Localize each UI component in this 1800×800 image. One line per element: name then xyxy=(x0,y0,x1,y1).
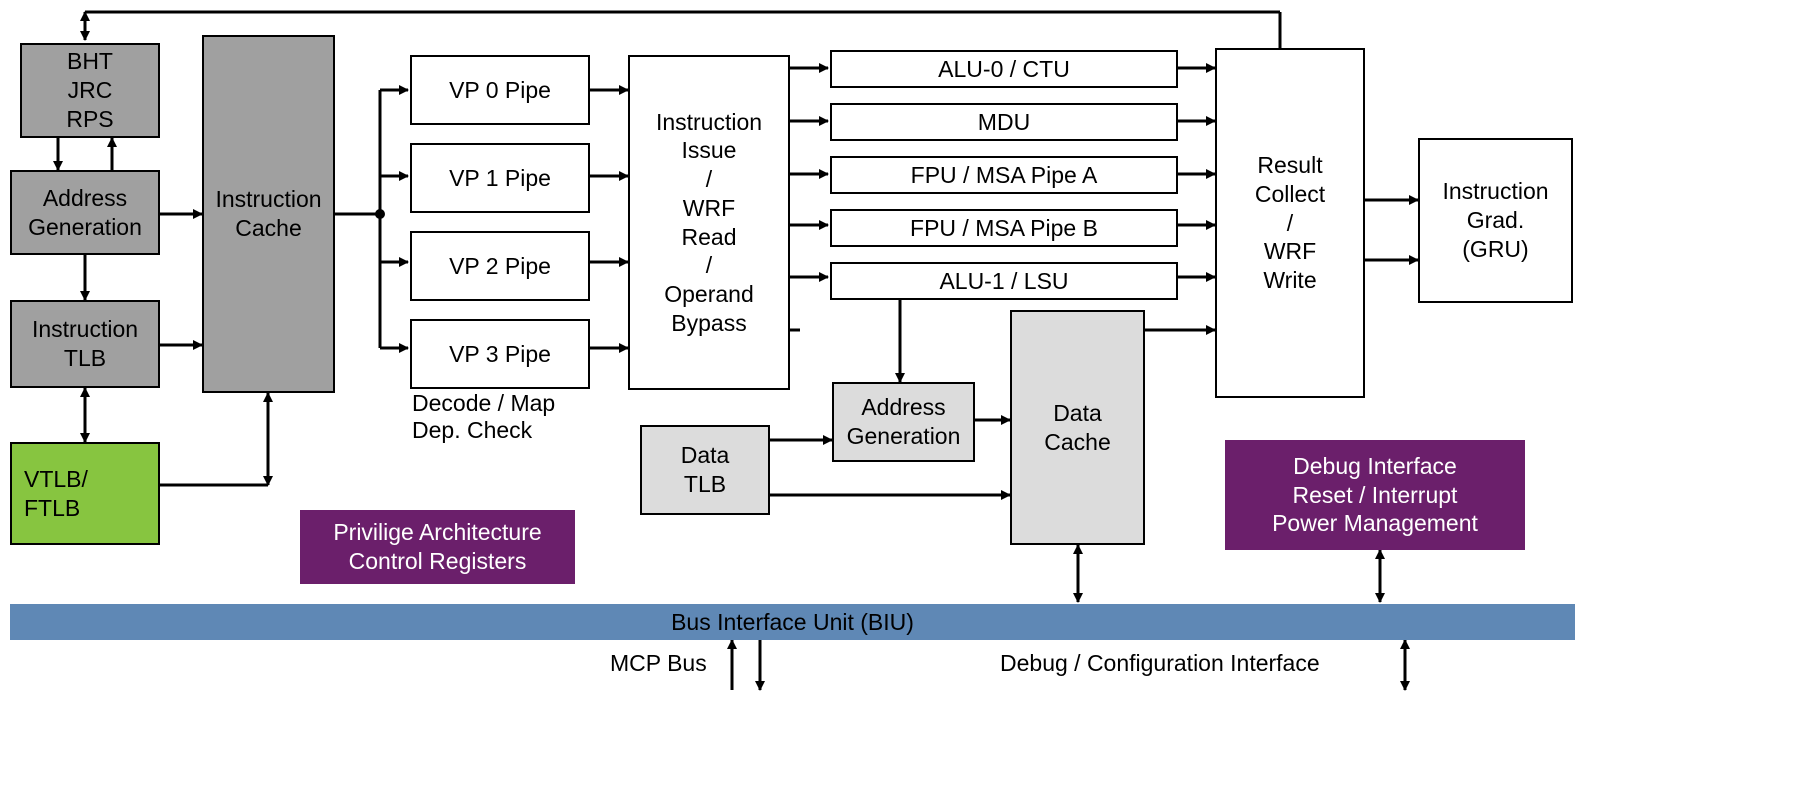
data-tlb: Data TLB xyxy=(640,425,770,515)
vp3-pipe: VP 3 Pipe xyxy=(410,319,590,389)
mcp-bus-label: MCP Bus xyxy=(610,650,707,677)
address-generation-2: Address Generation xyxy=(832,382,975,462)
debug-interface: Debug Interface Reset / Interrupt Power … xyxy=(1225,440,1525,550)
alu1-lsu: ALU-1 / LSU xyxy=(830,262,1178,300)
alu0-ctu: ALU-0 / CTU xyxy=(830,50,1178,88)
vtlb-ftlb: VTLB/ FTLB xyxy=(10,442,160,545)
mdu: MDU xyxy=(830,103,1178,141)
vp0-pipe: VP 0 Pipe xyxy=(410,55,590,125)
instruction-cache: Instruction Cache xyxy=(202,35,335,393)
debug-config-label: Debug / Configuration Interface xyxy=(1000,650,1320,677)
address-generation-1: Address Generation xyxy=(10,170,160,255)
decode-label: Decode / Map Dep. Check xyxy=(412,390,555,444)
execution-units: ALU-0 / CTU MDU FPU / MSA Pipe A FPU / M… xyxy=(830,50,1178,300)
privilege-registers: Privilige Architecture Control Registers xyxy=(300,510,575,584)
fpu-pipe-a: FPU / MSA Pipe A xyxy=(830,156,1178,194)
result-collect: Result Collect / WRF Write xyxy=(1215,48,1365,398)
vp1-pipe: VP 1 Pipe xyxy=(410,143,590,213)
fpu-pipe-b: FPU / MSA Pipe B xyxy=(830,209,1178,247)
instruction-gru: Instruction Grad. (GRU) xyxy=(1418,138,1573,303)
instruction-tlb: Instruction TLB xyxy=(10,300,160,388)
instruction-issue: Instruction Issue / WRF Read / Operand B… xyxy=(628,55,790,390)
data-cache: Data Cache xyxy=(1010,310,1145,545)
bus-interface-unit: Bus Interface Unit (BIU) xyxy=(10,604,1575,640)
vp-pipes: VP 0 Pipe VP 1 Pipe VP 2 Pipe VP 3 Pipe xyxy=(410,55,590,389)
vp2-pipe: VP 2 Pipe xyxy=(410,231,590,301)
bht-block: BHT JRC RPS xyxy=(20,43,160,138)
